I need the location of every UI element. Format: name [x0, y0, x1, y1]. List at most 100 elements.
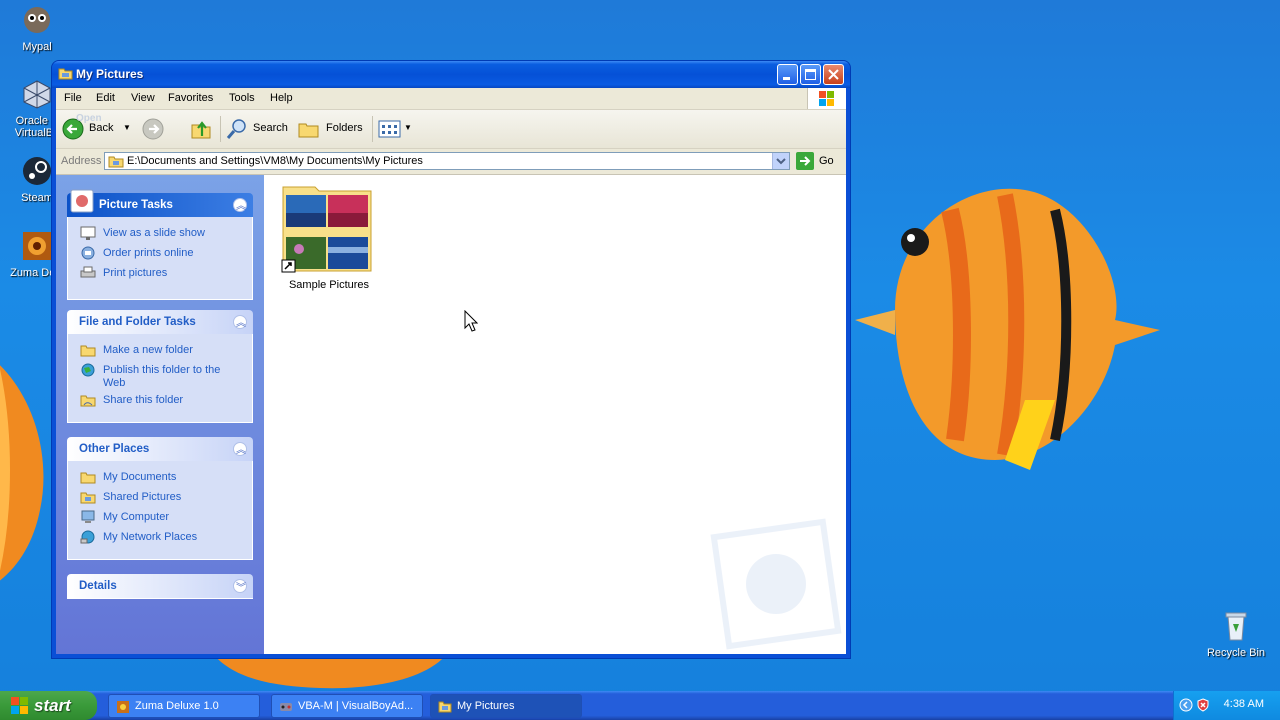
collapse-chevron-icon[interactable]: ︽: [233, 315, 247, 329]
taskbar-item-label: VBA-M | VisualBoyAd...: [298, 700, 414, 712]
close-button[interactable]: [823, 64, 844, 85]
clock: 4:38 AM: [1223, 698, 1264, 710]
panel-title: Other Places: [79, 443, 150, 455]
file-view: Sample Pictures: [264, 175, 846, 654]
folder-item[interactable]: Sample Pictures: [264, 175, 394, 300]
show-hidden-icons-chevron-icon[interactable]: [1179, 698, 1193, 712]
views-icon: [378, 120, 401, 138]
new-folder-icon: [80, 345, 96, 357]
collapse-chevron-icon[interactable]: ︽: [233, 198, 247, 212]
place-my-network-places[interactable]: My Network Places: [68, 527, 252, 547]
task-label: Share this folder: [103, 394, 184, 406]
mouse-cursor-icon: [464, 310, 478, 332]
printer-icon: [80, 266, 96, 278]
maximize-icon: [805, 69, 816, 80]
other-places-body: My Documents Shared Pictures My Computer…: [67, 461, 253, 560]
address-input[interactable]: E:\Documents and Settings\VM8\My Documen…: [104, 152, 790, 170]
zuma-icon: [23, 232, 51, 260]
up-folder-button[interactable]: [190, 118, 214, 140]
maximize-button[interactable]: [800, 64, 821, 85]
taskbar-item-label: My Pictures: [457, 700, 515, 712]
minimize-button[interactable]: [777, 64, 798, 85]
folder-icon: [80, 472, 96, 484]
task-share-folder[interactable]: Share this folder: [68, 390, 252, 410]
taskbar-item-zuma[interactable]: Zuma Deluxe 1.0: [108, 694, 260, 718]
close-icon: [828, 69, 839, 80]
menu-favorites[interactable]: Favorites: [168, 92, 213, 104]
back-dropdown-icon[interactable]: ▼: [123, 123, 131, 132]
picture-tasks-body: View as a slide show Order prints online…: [67, 217, 253, 300]
place-label: My Computer: [103, 511, 170, 523]
search-label: Search: [253, 122, 288, 134]
address-value: E:\Documents and Settings\VM8\My Documen…: [127, 155, 423, 167]
picture-tasks-header[interactable]: Picture Tasks ︽: [67, 189, 253, 217]
other-places-panel: Other Places ︽ My Documents Shared Pictu…: [67, 437, 253, 560]
place-label: Shared Pictures: [103, 491, 182, 503]
task-print-pictures[interactable]: Print pictures: [68, 263, 252, 283]
task-label: View as a slide show: [103, 227, 205, 239]
panel-title: Picture Tasks: [99, 199, 173, 211]
file-folder-tasks-header[interactable]: File and Folder Tasks ︽: [67, 310, 253, 334]
place-label: My Documents: [103, 471, 177, 483]
start-button[interactable]: start: [0, 691, 97, 720]
explorer-window: My Pictures File Edit View Favorites Too…: [52, 61, 850, 658]
taskbar-item-vbam[interactable]: VBA-M | VisualBoyAd...: [271, 694, 423, 718]
forward-button[interactable]: [142, 118, 178, 140]
slideshow-icon: [80, 226, 96, 240]
chevron-down-icon: [776, 158, 786, 165]
security-shield-icon[interactable]: [1196, 698, 1210, 712]
menu-help[interactable]: Help: [270, 92, 293, 104]
desktop-icon-label: Recycle Bin: [1206, 647, 1266, 659]
folder-pictures-icon: [58, 68, 73, 80]
place-my-documents[interactable]: My Documents: [68, 467, 252, 487]
panel-title: Details: [79, 580, 117, 592]
address-folder-icon: [108, 156, 124, 168]
menu-tools[interactable]: Tools: [229, 92, 255, 104]
folders-label: Folders: [326, 122, 363, 134]
menu-edit[interactable]: Edit: [96, 92, 115, 104]
system-tray: 4:38 AM: [1173, 691, 1280, 720]
task-publish-web[interactable]: Publish this folder to the Web: [68, 360, 252, 390]
file-folder-tasks-panel: File and Folder Tasks ︽ Make a new folde…: [67, 310, 253, 423]
network-icon: [80, 530, 95, 544]
address-dropdown-button[interactable]: [772, 153, 789, 169]
task-new-folder[interactable]: Make a new folder: [68, 340, 252, 360]
minimize-icon: [783, 77, 790, 80]
folder-pictures-icon: [438, 701, 452, 713]
place-shared-pictures[interactable]: Shared Pictures: [68, 487, 252, 507]
up-folder-icon: [191, 121, 211, 139]
task-label: Make a new folder: [103, 344, 193, 356]
address-bar: Address E:\Documents and Settings\VM8\My…: [56, 149, 846, 175]
go-arrow-icon: [796, 152, 814, 170]
other-places-header[interactable]: Other Places ︽: [67, 437, 253, 461]
search-button[interactable]: Search: [226, 118, 290, 140]
go-button[interactable]: Go: [796, 152, 842, 170]
steam-icon: [23, 157, 51, 185]
title-bar[interactable]: My Pictures: [52, 61, 850, 88]
folder-label: Sample Pictures: [288, 279, 370, 291]
place-my-computer[interactable]: My Computer: [68, 507, 252, 527]
panel-title: File and Folder Tasks: [79, 316, 196, 328]
taskbar-item-my-pictures[interactable]: My Pictures: [430, 694, 582, 718]
task-label: Print pictures: [103, 267, 168, 279]
menu-view[interactable]: View: [131, 92, 155, 104]
folders-button[interactable]: Folders: [298, 118, 366, 140]
picture-tasks-panel: Picture Tasks ︽ View as a slide show Ord…: [67, 189, 253, 300]
views-button[interactable]: ▼: [378, 118, 414, 140]
collapse-chevron-icon[interactable]: ︽: [233, 442, 247, 456]
desktop-icon-recycle-bin[interactable]: Recycle Bin: [1199, 610, 1273, 659]
toolbar: Back ▼ Open Search Folders ▼: [56, 110, 846, 149]
task-slideshow[interactable]: View as a slide show: [68, 223, 252, 243]
menu-file[interactable]: File: [64, 92, 82, 104]
desktop-icon-mypal[interactable]: Mypal: [0, 4, 74, 53]
back-button[interactable]: Back ▼ Open: [62, 113, 132, 140]
expand-chevron-icon[interactable]: ︾: [233, 579, 247, 594]
recycle-bin-icon: [1225, 612, 1247, 641]
place-label: My Network Places: [103, 531, 198, 543]
task-order-prints[interactable]: Order prints online: [68, 243, 252, 263]
search-icon: [226, 119, 246, 139]
tooltip-open: Open: [76, 113, 102, 124]
sample-pictures-folder-icon: [281, 186, 372, 273]
details-header[interactable]: Details ︾: [67, 574, 253, 599]
windows-flag-icon: [11, 697, 28, 714]
